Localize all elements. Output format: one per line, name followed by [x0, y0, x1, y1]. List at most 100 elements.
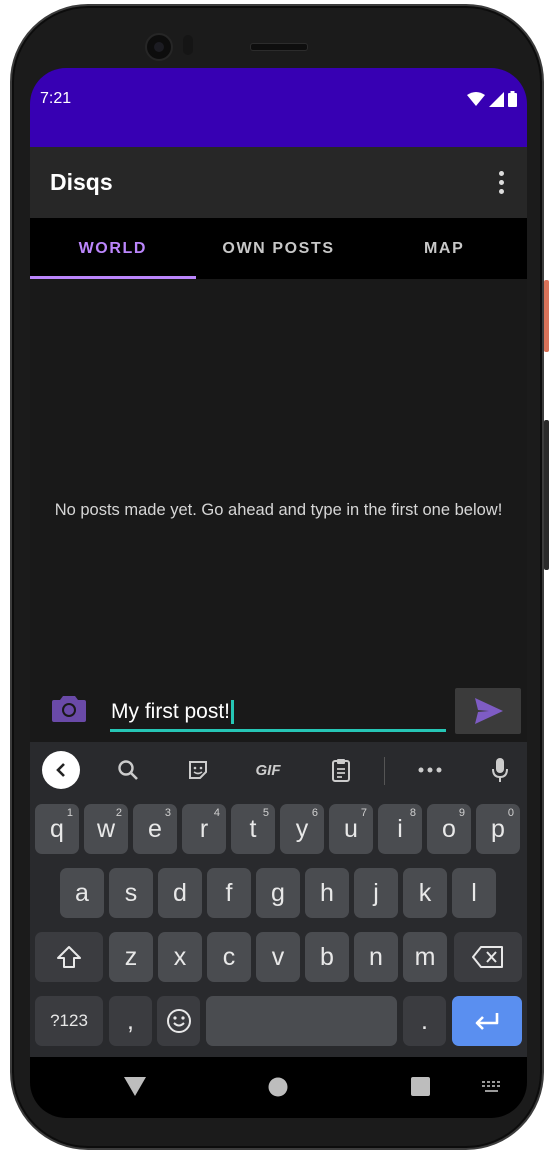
- soft-keyboard: GIF q1w2e3r4t5y6u7i8o9p0 asdfghjkl zxcvb…: [30, 742, 527, 1057]
- back-icon[interactable]: [42, 751, 80, 789]
- enter-key[interactable]: [452, 996, 522, 1046]
- nav-home-icon[interactable]: [268, 1077, 288, 1097]
- search-icon[interactable]: [114, 754, 142, 786]
- key-label: q: [50, 814, 64, 843]
- post-text-value: My first post!: [111, 700, 231, 723]
- key-label: y: [295, 814, 309, 843]
- comma-key[interactable]: ,: [109, 996, 152, 1046]
- key-k[interactable]: k: [403, 868, 447, 918]
- key-p[interactable]: p0: [476, 804, 520, 854]
- key-s[interactable]: s: [109, 868, 153, 918]
- keyboard-switch-icon[interactable]: [482, 1081, 502, 1093]
- key-label: t: [249, 814, 257, 843]
- tab-map[interactable]: MAP: [361, 218, 527, 279]
- key-q[interactable]: q1: [35, 804, 79, 854]
- mic-icon[interactable]: [488, 754, 512, 786]
- key-o[interactable]: o9: [427, 804, 471, 854]
- signal-icon: [489, 91, 504, 107]
- power-button: [544, 280, 549, 352]
- key-label: h: [320, 878, 334, 907]
- system-nav-bar: [30, 1057, 527, 1118]
- post-text-input[interactable]: My first post!: [110, 695, 446, 732]
- more-icon[interactable]: [416, 754, 444, 786]
- key-label: c: [222, 942, 236, 971]
- nav-back-icon[interactable]: [124, 1077, 146, 1097]
- tab-world[interactable]: WORLD: [30, 218, 196, 279]
- key-label: n: [369, 942, 383, 971]
- volume-button: [544, 420, 549, 570]
- key-label: u: [344, 814, 358, 843]
- space-key[interactable]: [206, 996, 397, 1046]
- clipboard-icon[interactable]: [328, 754, 354, 786]
- key-w[interactable]: w2: [84, 804, 128, 854]
- camera-icon[interactable]: [52, 694, 86, 722]
- key-t[interactable]: t5: [231, 804, 275, 854]
- emoji-icon: [166, 1009, 191, 1033]
- key-d[interactable]: d: [158, 868, 202, 918]
- key-label: a: [75, 878, 89, 907]
- battery-icon: [508, 91, 517, 107]
- key-hint: 6: [311, 807, 318, 819]
- key-z[interactable]: z: [109, 932, 153, 982]
- toolbar-divider: [384, 757, 385, 785]
- app-title: Disqs: [50, 169, 113, 195]
- text-cursor: [231, 700, 235, 725]
- key-a[interactable]: a: [60, 868, 104, 918]
- key-c[interactable]: c: [207, 932, 251, 982]
- key-l[interactable]: l: [452, 868, 496, 918]
- enter-icon: [475, 1013, 499, 1030]
- key-hint: 9: [458, 807, 465, 819]
- key-label: b: [320, 942, 334, 971]
- earpiece-speaker: [250, 43, 308, 51]
- backspace-key[interactable]: [454, 932, 522, 982]
- key-hint: 1: [66, 807, 73, 819]
- key-n[interactable]: n: [354, 932, 398, 982]
- key-e[interactable]: e3: [133, 804, 177, 854]
- key-label: s: [124, 878, 138, 907]
- key-label: r: [199, 814, 209, 843]
- shift-icon: [57, 946, 81, 968]
- front-camera: [145, 33, 173, 61]
- sticker-icon[interactable]: [184, 754, 212, 786]
- key-label: v: [271, 942, 285, 971]
- key-f[interactable]: f: [207, 868, 251, 918]
- key-label: j: [373, 878, 379, 907]
- key-y[interactable]: y6: [280, 804, 324, 854]
- send-button[interactable]: [455, 688, 521, 734]
- key-hint: 0: [507, 807, 514, 819]
- status-bar: 7:21: [30, 68, 527, 147]
- shift-key[interactable]: [35, 932, 103, 982]
- proximity-sensor: [183, 35, 193, 55]
- backspace-icon: [472, 946, 503, 968]
- key-r[interactable]: r4: [182, 804, 226, 854]
- key-g[interactable]: g: [256, 868, 300, 918]
- status-icons: [467, 91, 517, 107]
- emoji-key[interactable]: [157, 996, 200, 1046]
- key-b[interactable]: b: [305, 932, 349, 982]
- key-v[interactable]: v: [256, 932, 300, 982]
- key-hint: 7: [360, 807, 367, 819]
- key-x[interactable]: x: [158, 932, 202, 982]
- key-label: z: [124, 942, 138, 971]
- key-h[interactable]: h: [305, 868, 349, 918]
- overflow-menu-icon[interactable]: [499, 171, 505, 195]
- tab-own-posts[interactable]: OWN POSTS: [196, 218, 362, 279]
- symbols-key[interactable]: ?123: [35, 996, 103, 1046]
- keyboard-toolbar: GIF: [30, 742, 527, 798]
- key-label: g: [271, 878, 285, 907]
- status-time: 7:21: [40, 90, 72, 107]
- key-i[interactable]: i8: [378, 804, 422, 854]
- app-bar: Disqs: [30, 147, 527, 218]
- wifi-icon: [467, 92, 485, 106]
- nav-recents-icon[interactable]: [411, 1077, 430, 1096]
- key-hint: 2: [115, 807, 122, 819]
- key-label: e: [148, 814, 162, 843]
- key-label: w: [96, 814, 116, 843]
- gif-button[interactable]: GIF: [250, 754, 286, 786]
- key-j[interactable]: j: [354, 868, 398, 918]
- key-label: d: [173, 878, 187, 907]
- key-m[interactable]: m: [403, 932, 447, 982]
- key-u[interactable]: u7: [329, 804, 373, 854]
- period-key[interactable]: .: [403, 996, 446, 1046]
- empty-feed-message: No posts made yet. Go ahead and type in …: [54, 501, 503, 519]
